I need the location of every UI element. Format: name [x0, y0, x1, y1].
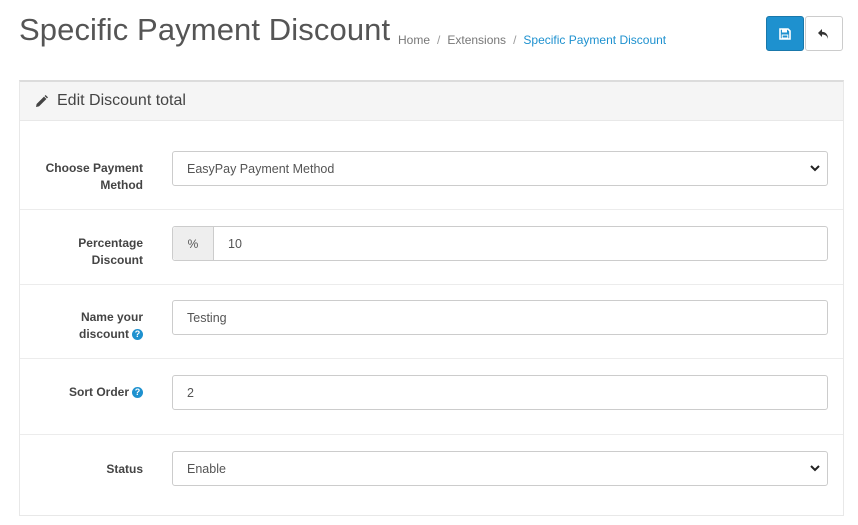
status-select[interactable]: Enable	[172, 451, 828, 486]
percentage-input-group: % 10	[172, 226, 828, 261]
edit-panel: Edit Discount total Choose Payment Metho…	[19, 80, 844, 516]
percent-addon: %	[173, 227, 214, 260]
name-label: Name your discount?	[20, 309, 143, 343]
form-row-percentage: Percentage Discount % 10	[20, 210, 843, 285]
payment-method-value: EasyPay Payment Method	[187, 161, 335, 176]
page-title: Specific Payment Discount	[19, 12, 391, 47]
breadcrumb-separator: /	[513, 33, 517, 47]
form-row-status: Status Enable	[20, 435, 843, 516]
sort-order-label-text: Sort Order	[68, 385, 129, 399]
name-label-line1: Name your	[80, 310, 143, 324]
percentage-input[interactable]: 10	[214, 237, 242, 251]
discount-name-value: Testing	[187, 310, 227, 325]
form-row-name: Name your discount? Testing	[20, 285, 843, 359]
floppy-disk-icon	[779, 27, 791, 40]
breadcrumb-home[interactable]: Home	[398, 33, 430, 47]
chevron-down-icon	[810, 465, 820, 472]
discount-name-input[interactable]: Testing	[172, 300, 828, 335]
help-icon[interactable]: ?	[132, 329, 143, 341]
form-row-sort-order: Sort Order? 2	[20, 359, 843, 435]
status-value: Enable	[187, 461, 226, 476]
form-row-payment-method: Choose Payment Method EasyPay Payment Me…	[20, 121, 843, 210]
save-button[interactable]	[766, 16, 804, 51]
panel-title: Edit Discount total	[57, 92, 186, 109]
breadcrumb-extensions[interactable]: Extensions	[447, 33, 506, 47]
panel-heading: Edit Discount total	[20, 82, 843, 121]
breadcrumb-current[interactable]: Specific Payment Discount	[523, 33, 666, 47]
payment-method-label-line1: Choose Payment	[45, 161, 143, 175]
sort-order-input[interactable]: 2	[172, 375, 828, 410]
percentage-label-line1: Percentage	[78, 236, 143, 250]
sort-order-value: 2	[187, 385, 194, 400]
payment-method-label: Choose Payment Method	[20, 160, 143, 194]
back-button[interactable]	[805, 16, 843, 51]
reply-arrow-icon	[818, 28, 828, 39]
percentage-label-line2: Discount	[91, 253, 143, 267]
breadcrumb-separator: /	[437, 33, 441, 47]
help-icon[interactable]: ?	[132, 387, 143, 399]
sort-order-label: Sort Order?	[20, 384, 143, 401]
payment-method-select[interactable]: EasyPay Payment Method	[172, 151, 828, 186]
status-label: Status	[106, 462, 143, 476]
pencil-icon	[36, 94, 48, 107]
percentage-label: Percentage Discount	[20, 235, 143, 269]
name-label-line2: discount	[79, 327, 129, 341]
breadcrumb: Home / Extensions / Specific Payment Dis…	[398, 33, 666, 47]
chevron-down-icon	[810, 165, 820, 172]
payment-method-label-line2: Method	[100, 178, 143, 192]
